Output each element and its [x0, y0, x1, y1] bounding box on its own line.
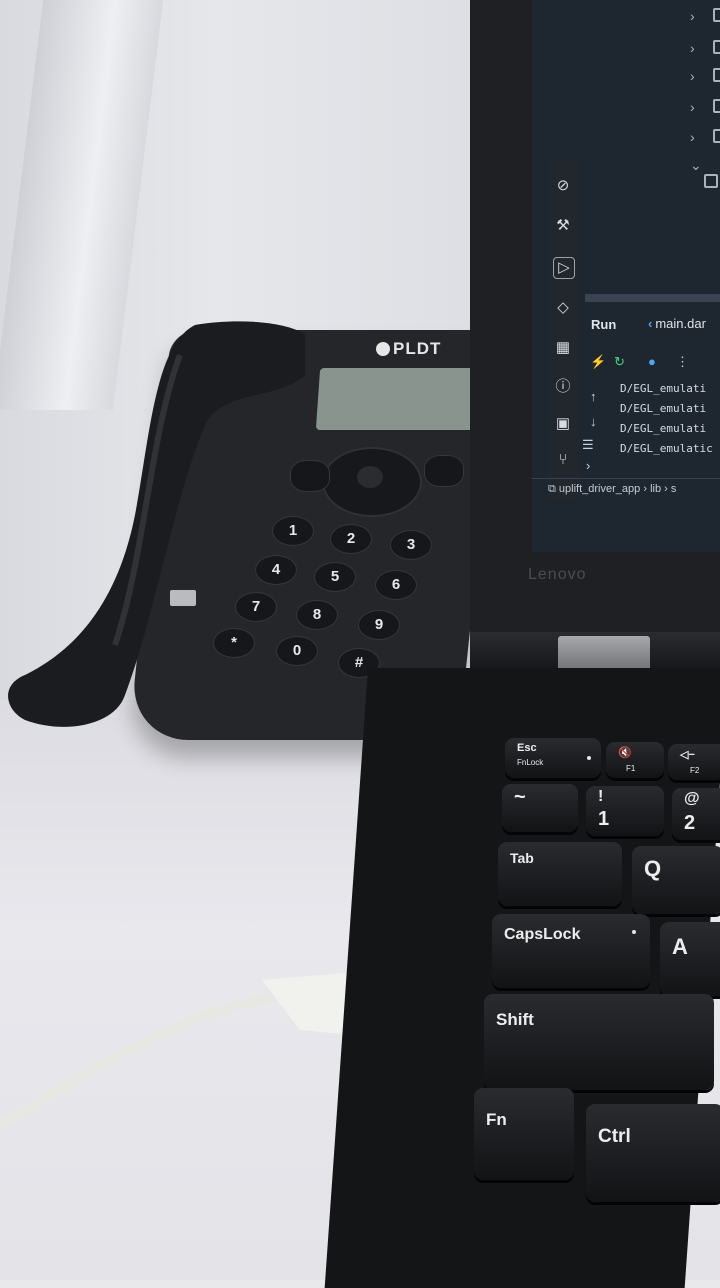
key-fn[interactable]: Fn	[474, 1088, 574, 1180]
ide-panel-divider[interactable]	[585, 294, 720, 302]
key-f1-label: F1	[626, 764, 636, 773]
key-tab-label: Tab	[510, 850, 534, 866]
phone-key-8[interactable]: 8	[296, 600, 338, 630]
breadcrumb-item[interactable]: lib	[650, 483, 661, 495]
log-line: D/EGL_emulatic	[620, 442, 713, 455]
log-line: D/EGL_emulati	[620, 382, 707, 395]
problems-icon[interactable]: ⓘ	[553, 377, 573, 397]
hot-restart-icon[interactable]: ↻	[614, 354, 625, 370]
ide-tool-sidebar	[548, 160, 580, 500]
phone-brand-logo: PLDT	[376, 339, 441, 359]
terminal-icon[interactable]: ▣	[553, 414, 573, 434]
key-2[interactable]: @ 2	[672, 788, 720, 840]
key-f2-label: F2	[690, 766, 700, 775]
git-icon[interactable]: ⑂	[553, 450, 573, 470]
phone-key-1[interactable]: 1	[272, 516, 314, 546]
capslock-led	[632, 930, 636, 934]
key-f2-volume-down[interactable]: ◁− F2	[668, 744, 720, 780]
tree-folder-row[interactable]: ›	[690, 40, 720, 56]
breadcrumb-item[interactable]: s	[671, 483, 677, 495]
folder-icon	[704, 174, 718, 188]
folder-icon	[712, 68, 720, 82]
file-tab-main[interactable]: ‹ main.dar	[648, 316, 706, 331]
tree-folder-row-expanded[interactable]: ⌄	[690, 157, 720, 188]
key-f1-mute[interactable]: 🔇 F1	[606, 742, 664, 778]
folder-icon	[712, 40, 720, 54]
ide-status-divider	[532, 478, 720, 479]
key-a-label: A	[672, 934, 688, 959]
key-q-label: Q	[644, 856, 662, 881]
key-fn-label: Fn	[486, 1110, 507, 1129]
log-line: D/EGL_emulati	[620, 402, 707, 415]
key-q[interactable]: Q	[632, 846, 720, 914]
phone-lcd-display	[315, 368, 481, 430]
phone-key-0[interactable]: 0	[276, 636, 318, 666]
build-hammer-icon[interactable]: ⚒	[553, 216, 573, 236]
key-ctrl[interactable]: Ctrl	[586, 1104, 720, 1202]
module-icon: ⧉	[548, 483, 556, 495]
phone-key-3[interactable]: 3	[390, 530, 432, 560]
ide-breadcrumb: ⧉ uplift_driver_app › lib › s	[548, 483, 676, 496]
tree-folder-row[interactable]: ›	[690, 99, 720, 115]
key-a[interactable]: A	[660, 922, 720, 996]
key-fnlock-label: FnLock	[517, 758, 544, 767]
folder-icon	[712, 99, 720, 113]
breadcrumb-item[interactable]: uplift_driver_app	[559, 483, 640, 495]
app-inspection-icon[interactable]: ▦	[553, 338, 573, 358]
key-tilde[interactable]: ~	[502, 784, 578, 832]
mute-icon: 🔇	[618, 747, 632, 759]
fnlock-led	[587, 756, 591, 760]
phone-key-5[interactable]: 5	[314, 562, 356, 592]
key-esc-label: Esc	[517, 742, 537, 754]
phone-ok-button[interactable]	[357, 466, 383, 488]
key-capslock-label: CapsLock	[504, 926, 581, 943]
folder-icon	[712, 129, 720, 143]
key-2-shift-label: @	[684, 790, 700, 807]
phone-key-7[interactable]: 7	[235, 592, 277, 622]
tree-folder-row[interactable]: ›	[690, 8, 720, 24]
key-tilde-label: ~	[514, 786, 526, 808]
phone-key-star[interactable]: *	[213, 628, 255, 658]
ide-project-tree: › › › › › ⌄	[690, 0, 720, 200]
flutter-inspector-icon[interactable]: ⊘	[553, 176, 573, 196]
key-shift[interactable]: Shift	[484, 994, 714, 1090]
key-1-shift-label: !	[598, 788, 604, 805]
key-2-label: 2	[684, 812, 696, 834]
hot-reload-icon[interactable]: ⚡	[590, 354, 606, 370]
key-1-label: 1	[598, 808, 610, 830]
folder-icon	[712, 8, 720, 22]
phone-softkey-left[interactable]	[290, 460, 330, 492]
volume-down-icon: ◁−	[680, 749, 695, 761]
run-console-output: D/EGL_emulati D/EGL_emulati D/EGL_emulat…	[588, 370, 720, 470]
tree-folder-row[interactable]: ›	[690, 129, 720, 145]
file-tab-label: main.dar	[655, 316, 706, 331]
more-options-icon[interactable]: ⋮	[676, 354, 689, 370]
phone-handset[interactable]	[5, 315, 305, 735]
key-esc[interactable]: Esc FnLock	[505, 738, 601, 778]
dart-file-icon: ‹	[648, 316, 653, 331]
key-capslock[interactable]: CapsLock	[492, 914, 650, 988]
run-icon[interactable]: ▷	[553, 257, 575, 279]
phone-softkey-right[interactable]	[424, 455, 464, 487]
key-ctrl-label: Ctrl	[598, 1126, 631, 1147]
tree-folder-row[interactable]: ›	[690, 68, 720, 84]
key-tab[interactable]: Tab	[498, 842, 622, 906]
phone-key-9[interactable]: 9	[358, 610, 400, 640]
brand-circle-icon	[376, 342, 390, 356]
key-1[interactable]: ! 1	[586, 786, 664, 836]
key-shift-label: Shift	[496, 1010, 534, 1029]
devtools-icon[interactable]: ●	[648, 354, 656, 369]
breadcrumb-separator-icon: ›	[664, 483, 671, 495]
phone-key-4[interactable]: 4	[255, 555, 297, 585]
run-tab-label[interactable]: Run	[591, 317, 616, 332]
gem-icon[interactable]: ◇	[553, 298, 573, 318]
phone-key-6[interactable]: 6	[375, 570, 417, 600]
phone-key-2[interactable]: 2	[330, 524, 372, 554]
lenovo-logo: Lenovo	[528, 566, 587, 583]
log-line: D/EGL_emulati	[620, 422, 707, 435]
